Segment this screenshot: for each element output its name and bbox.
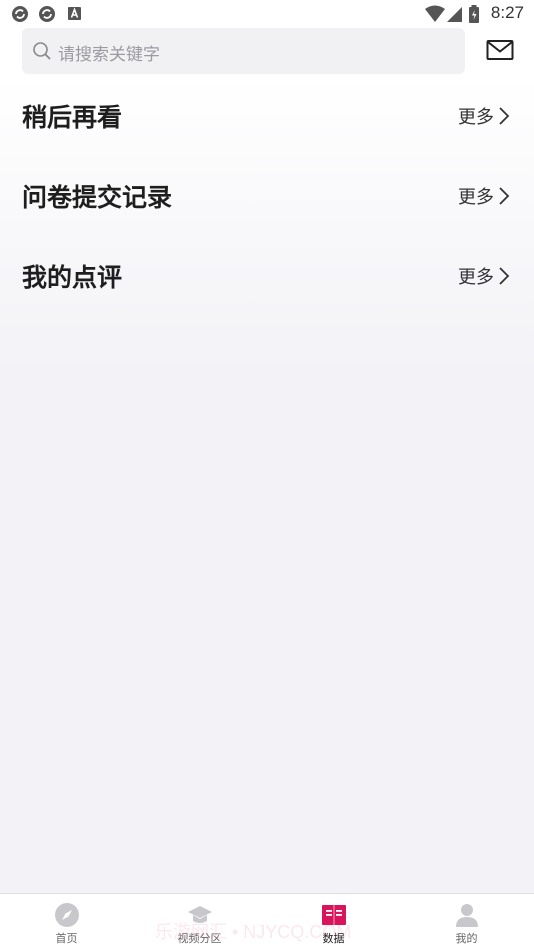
more-link[interactable]: 更多 <box>458 263 494 289</box>
search-header: 请搜索关键字 <box>0 28 534 76</box>
nav-label: 我的 <box>455 932 478 945</box>
watermark: 乐游网汇 • NJYCQ.COM <box>155 922 352 942</box>
chevron-right-icon[interactable] <box>498 266 510 286</box>
more-link[interactable]: 更多 <box>458 103 494 129</box>
wifi-icon <box>425 5 445 22</box>
section-title: 问卷提交记录 <box>22 183 173 212</box>
compass-icon <box>55 903 79 927</box>
signal-icon <box>447 7 462 22</box>
search-input[interactable]: 请搜索关键字 <box>22 28 465 74</box>
search-icon <box>33 42 51 60</box>
search-placeholder: 请搜索关键字 <box>58 45 160 65</box>
battery-icon <box>469 5 479 23</box>
section-title: 我的点评 <box>22 263 123 292</box>
status-time: 8:27 <box>490 3 524 22</box>
user-icon <box>456 904 478 927</box>
a-badge-icon <box>68 7 81 20</box>
section-row-watch-later: 稍后再看 更多 <box>0 76 534 156</box>
section-row-survey-records: 问卷提交记录 更多 <box>0 156 534 236</box>
section-title: 稍后再看 <box>22 103 123 132</box>
sync-icon <box>39 6 55 22</box>
more-link[interactable]: 更多 <box>458 183 494 209</box>
section-row-my-reviews: 我的点评 更多 <box>0 236 534 316</box>
status-bar: 8:27 <box>0 0 534 28</box>
nav-label: 首页 <box>55 932 78 945</box>
chevron-right-icon[interactable] <box>498 186 510 206</box>
sync-icon <box>12 6 28 22</box>
chevron-right-icon[interactable] <box>498 106 510 126</box>
nav-item-mine[interactable]: 我的 <box>400 894 533 950</box>
mail-icon[interactable] <box>486 39 514 61</box>
nav-item-home[interactable]: 首页 <box>0 894 133 950</box>
